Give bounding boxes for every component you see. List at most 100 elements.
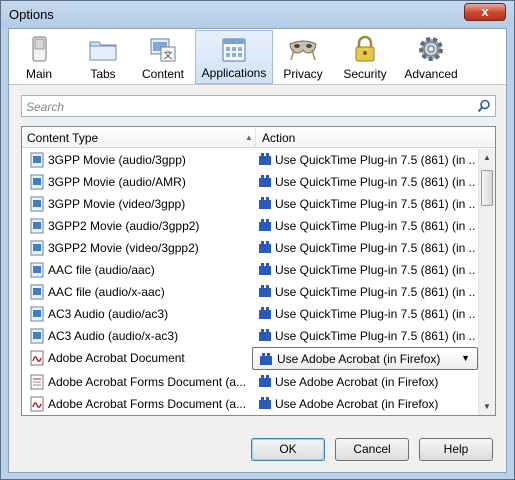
- content-type-cell: 3GPP Movie (audio/3gpp): [48, 153, 186, 167]
- action-cell[interactable]: Use QuickTime Plug-in 7.5 (861) (in ...: [275, 219, 475, 233]
- content-type-cell: AAC file (audio/x-aac): [48, 285, 165, 299]
- table-row[interactable]: AAC file (audio/x-aac) Use QuickTime Plu…: [22, 281, 478, 303]
- content-type-cell: Adobe Acrobat Forms Document (a...: [48, 375, 247, 389]
- close-button[interactable]: x: [464, 3, 506, 21]
- column-separator[interactable]: [255, 128, 256, 147]
- pdf-file-icon: [30, 396, 44, 412]
- cancel-button[interactable]: Cancel: [335, 438, 409, 461]
- table-row[interactable]: 3GPP Movie (audio/3gpp) Use QuickTime Pl…: [22, 149, 478, 171]
- action-cell[interactable]: Use QuickTime Plug-in 7.5 (861) (in ...: [275, 285, 475, 299]
- category-toolbar: Main Tabs 文 Content Applications Privacy…: [9, 29, 506, 85]
- tab-content[interactable]: 文 Content: [135, 30, 191, 84]
- svg-text:文: 文: [163, 49, 172, 60]
- help-button[interactable]: Help: [419, 438, 493, 461]
- scrollbar-thumb[interactable]: [481, 170, 493, 206]
- content-type-cell: AC3 Audio (audio/ac3): [48, 307, 169, 321]
- scroll-up-icon[interactable]: ▲: [479, 149, 495, 166]
- tabs-folder-icon: [89, 41, 117, 61]
- table-row-selected[interactable]: Adobe Acrobat Document Use Adobe Acrobat…: [22, 347, 478, 371]
- content-type-cell: 3GPP2 Movie (video/3gpp2): [48, 241, 199, 255]
- plugin-lego-icon: [259, 263, 271, 275]
- window-title: Options: [9, 7, 54, 22]
- media-file-icon: [30, 262, 44, 278]
- media-file-icon: [30, 306, 44, 322]
- column-header-action[interactable]: Action: [262, 131, 295, 145]
- close-icon: x: [481, 4, 489, 19]
- pdf-file-icon: [30, 350, 44, 366]
- media-file-icon: [30, 218, 44, 234]
- table-row[interactable]: Adobe Acrobat Forms Document (a... Use A…: [22, 393, 478, 415]
- table-row[interactable]: AC3 Audio (audio/ac3) Use QuickTime Plug…: [22, 303, 478, 325]
- options-window: Options x Main Tabs 文 Content Applicatio…: [0, 0, 515, 480]
- tab-tabs[interactable]: Tabs: [75, 30, 131, 84]
- content-type-list: Content Type ▲ Action 3GPP Movie (audio/…: [21, 126, 496, 416]
- content-picture-icon: 文: [150, 38, 176, 62]
- tab-main-label: Main: [25, 67, 52, 81]
- plugin-lego-icon: [259, 175, 271, 187]
- content-type-cell: 3GPP2 Movie (audio/3gpp2): [48, 219, 200, 233]
- media-file-icon: [30, 240, 44, 256]
- column-header-content-type[interactable]: Content Type: [27, 131, 98, 145]
- table-row[interactable]: 3GPP Movie (video/3gpp) Use QuickTime Pl…: [22, 193, 478, 215]
- form-file-icon: [30, 374, 44, 390]
- action-cell[interactable]: Use QuickTime Plug-in 7.5 (861) (in ...: [275, 153, 475, 167]
- ok-button[interactable]: OK: [251, 438, 325, 461]
- plugin-lego-icon: [259, 307, 271, 319]
- action-cell[interactable]: Use Adobe Acrobat (in Firefox): [275, 397, 475, 411]
- security-lock-icon: [355, 35, 375, 62]
- vertical-scrollbar[interactable]: ▲ ▼: [478, 149, 495, 415]
- tab-applications[interactable]: Applications: [195, 30, 273, 84]
- sort-ascending-icon: ▲: [245, 133, 253, 142]
- table-row[interactable]: AAC file (audio/aac) Use QuickTime Plug-…: [22, 259, 478, 281]
- table-row[interactable]: Adobe Acrobat Forms Document (a... Use A…: [22, 371, 478, 393]
- applications-window-icon: [222, 38, 246, 62]
- table-row[interactable]: AC3 Audio (audio/x-ac3) Use QuickTime Pl…: [22, 325, 478, 347]
- content-type-cell: Adobe Acrobat Forms Document (a...: [48, 397, 247, 411]
- tab-advanced[interactable]: Advanced: [399, 30, 463, 84]
- action-cell[interactable]: Use Adobe Acrobat (in Firefox): [275, 375, 475, 389]
- tab-advanced-label: Advanced: [404, 67, 458, 81]
- chevron-down-icon[interactable]: ▼: [461, 353, 470, 363]
- search-icon[interactable]: [477, 99, 491, 113]
- media-file-icon: [30, 174, 44, 190]
- action-cell[interactable]: Use QuickTime Plug-in 7.5 (861) (in ...: [275, 263, 475, 277]
- plugin-lego-icon: [259, 197, 271, 209]
- table-row[interactable]: 3GPP Movie (audio/AMR) Use QuickTime Plu…: [22, 171, 478, 193]
- search-input[interactable]: Search: [21, 95, 496, 117]
- content-type-cell: 3GPP Movie (video/3gpp): [48, 197, 186, 211]
- content-type-cell: 3GPP Movie (audio/AMR): [48, 175, 186, 189]
- tab-tabs-label: Tabs: [90, 67, 116, 81]
- tab-content-label: Content: [141, 67, 185, 81]
- action-cell[interactable]: Use QuickTime Plug-in 7.5 (861) (in ...: [275, 175, 475, 189]
- table-row[interactable]: 3GPP2 Movie (audio/3gpp2) Use QuickTime …: [22, 215, 478, 237]
- content-type-cell: AC3 Audio (audio/x-ac3): [48, 329, 179, 343]
- action-cell[interactable]: Use QuickTime Plug-in 7.5 (861) (in ...: [275, 241, 475, 255]
- advanced-gear-icon: [419, 37, 443, 61]
- scroll-down-icon[interactable]: ▼: [479, 398, 495, 415]
- action-cell[interactable]: Use QuickTime Plug-in 7.5 (861) (in ...: [275, 329, 475, 343]
- tab-security-label: Security: [343, 67, 387, 81]
- content-type-cell: Adobe Acrobat Document: [48, 351, 185, 365]
- action-cell[interactable]: Use QuickTime Plug-in 7.5 (861) (in ...: [275, 307, 475, 321]
- privacy-mask-icon: [289, 40, 317, 61]
- tab-security[interactable]: Security: [337, 30, 393, 84]
- plugin-lego-icon: [259, 241, 271, 253]
- main-switch-icon: [32, 36, 47, 62]
- tab-main[interactable]: Main: [15, 30, 63, 84]
- media-file-icon: [30, 152, 44, 168]
- plugin-lego-icon: [259, 285, 271, 297]
- title-bar[interactable]: Options x: [1, 1, 514, 28]
- dialog-client-area: Main Tabs 文 Content Applications Privacy…: [8, 28, 507, 473]
- action-dropdown[interactable]: Use Adobe Acrobat (in Firefox) ▼: [252, 347, 478, 370]
- media-file-icon: [30, 284, 44, 300]
- media-file-icon: [30, 196, 44, 212]
- media-file-icon: [30, 328, 44, 344]
- table-row[interactable]: 3GPP2 Movie (video/3gpp2) Use QuickTime …: [22, 237, 478, 259]
- tab-privacy[interactable]: Privacy: [277, 30, 329, 84]
- content-type-cell: AAC file (audio/aac): [48, 263, 155, 277]
- action-cell[interactable]: Use QuickTime Plug-in 7.5 (861) (in ...: [275, 197, 475, 211]
- plugin-lego-icon: [259, 153, 271, 165]
- action-dropdown-value: Use Adobe Acrobat (in Firefox): [277, 352, 441, 366]
- plugin-lego-icon: [259, 375, 271, 387]
- list-header: Content Type ▲ Action: [22, 127, 495, 148]
